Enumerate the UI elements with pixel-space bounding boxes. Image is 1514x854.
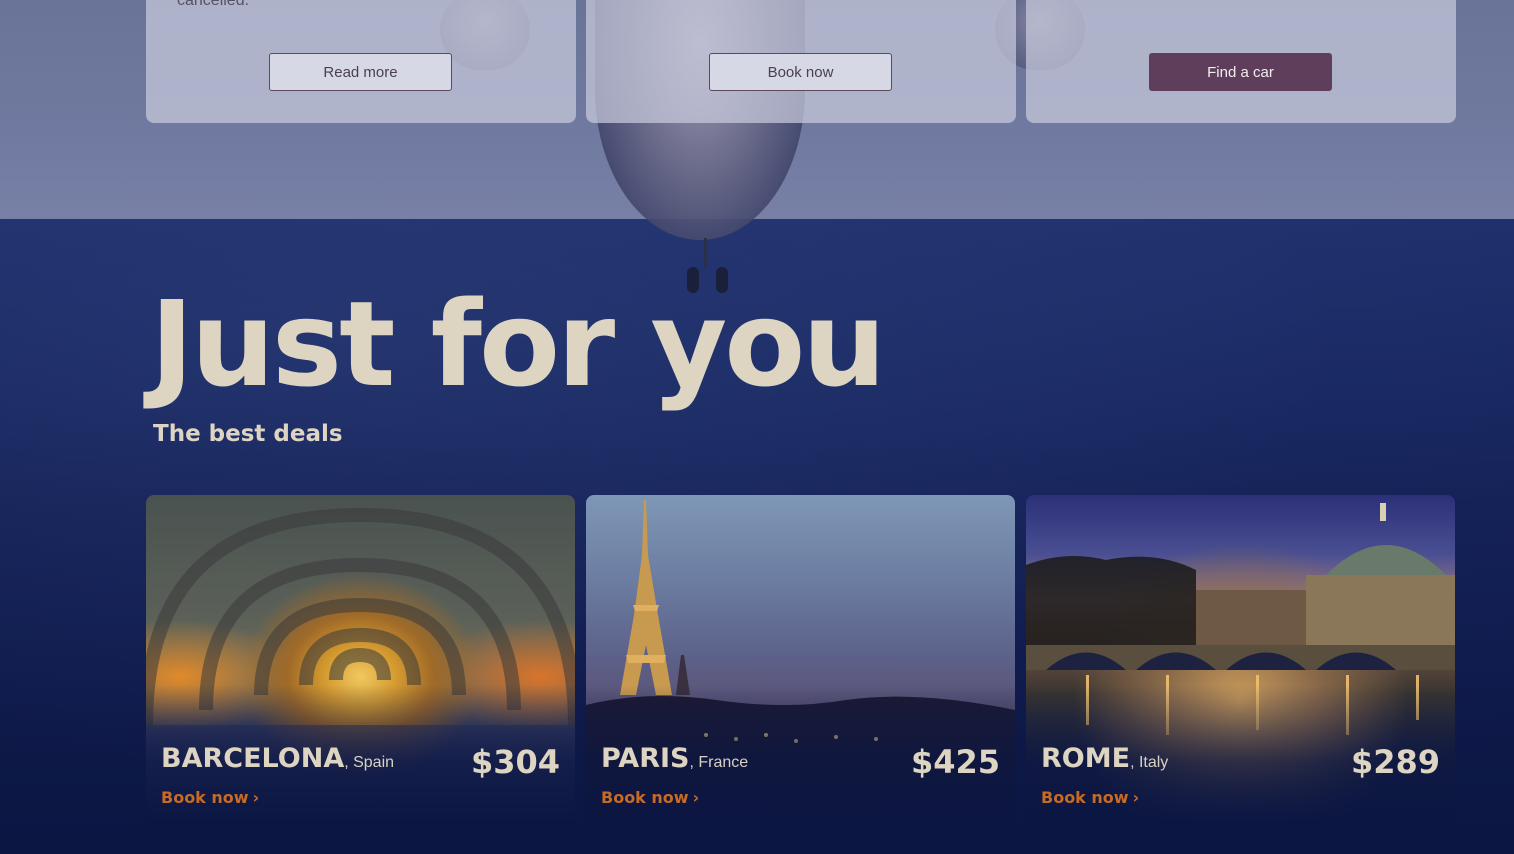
book-now-button[interactable]: Book now — [709, 53, 892, 91]
deal-destination: ROME, Italy — [1041, 743, 1169, 774]
book-now-link[interactable]: Book now › — [1041, 788, 1139, 807]
page-subtitle: The best deals — [153, 421, 343, 447]
page-title: Just for you — [150, 275, 886, 413]
deal-price: $289 — [1350, 743, 1440, 781]
find-a-car-button[interactable]: Find a car — [1149, 53, 1332, 91]
chevron-right-icon: › — [252, 788, 260, 807]
top-card-2: Book now — [586, 0, 1016, 123]
top-card-3: Find a car — [1026, 0, 1456, 123]
landing-gear-strut — [704, 238, 707, 268]
top-card-1: cancelled. Read more — [146, 0, 576, 123]
chevron-right-icon: › — [692, 788, 700, 807]
deal-price: $304 — [470, 743, 560, 781]
deal-country: , Spain — [344, 754, 395, 771]
deal-price: $425 — [910, 743, 1000, 781]
deal-destination: BARCELONA, Spain — [161, 743, 395, 774]
deal-destination: PARIS, France — [601, 743, 749, 774]
card-text: cancelled. — [177, 0, 250, 9]
deal-country: , Italy — [1130, 754, 1169, 771]
deal-country: , France — [689, 754, 749, 771]
read-more-button[interactable]: Read more — [269, 53, 452, 91]
book-now-link[interactable]: Book now › — [601, 788, 699, 807]
deal-card-barcelona[interactable]: BARCELONA, Spain $304 Book now › — [146, 495, 575, 825]
book-now-link[interactable]: Book now › — [161, 788, 259, 807]
chevron-right-icon: › — [1132, 788, 1140, 807]
deal-card-paris[interactable]: PARIS, France $425 Book now › — [586, 495, 1015, 825]
deal-card-rome[interactable]: ROME, Italy $289 Book now › — [1026, 495, 1455, 825]
